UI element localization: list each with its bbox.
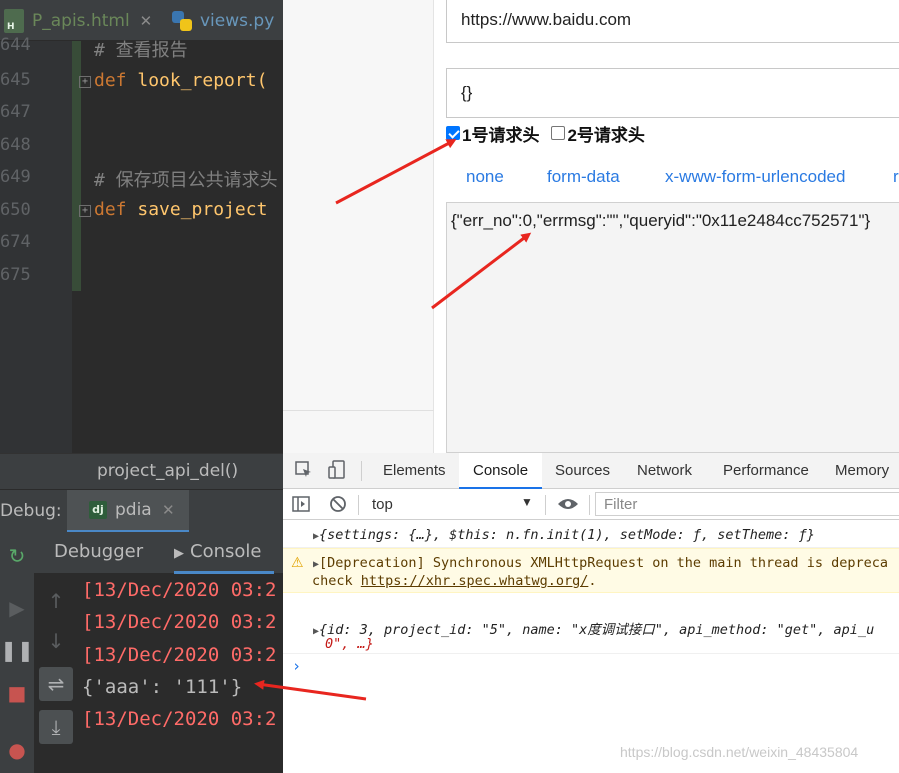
log-line: {'aaa': '111'} bbox=[82, 676, 243, 698]
log-line: [13/Dec/2020 03:2 bbox=[82, 579, 277, 601]
console-prompt[interactable]: › bbox=[292, 657, 301, 675]
code-comment: # 保存项目公共请求头 bbox=[94, 170, 278, 191]
line-number: 675 bbox=[0, 265, 31, 285]
html-file-icon: H bbox=[4, 8, 24, 33]
tab-network[interactable]: Network bbox=[637, 453, 692, 489]
message-text: {id: 3, project_id: "5", name: "x度调试接口",… bbox=[319, 622, 875, 638]
live-expression-eye-icon[interactable] bbox=[557, 497, 579, 515]
tab-sources[interactable]: Sources bbox=[555, 453, 610, 489]
header-checkboxes: 1号请求头 2号请求头 bbox=[446, 120, 645, 146]
tab-memory[interactable]: Memory bbox=[835, 453, 889, 489]
resume-icon[interactable]: ▶ bbox=[0, 590, 34, 626]
stop-icon[interactable]: ■ bbox=[0, 675, 34, 711]
headers-json-input[interactable]: {} bbox=[446, 68, 899, 118]
line-number: 645 bbox=[0, 70, 31, 90]
console-warning[interactable]: ⚠ ▶[Deprecation] Synchronous XMLHttpRequ… bbox=[283, 548, 899, 593]
watermark: https://blog.csdn.net/weixin_48435804 bbox=[620, 744, 859, 760]
body-type-tabs: none form-data x-www-form-urlencoded r bbox=[466, 167, 899, 191]
line-number: 674 bbox=[0, 232, 31, 252]
warning-icon: ⚠ bbox=[291, 555, 304, 571]
line-gutter: 644 645 647 648 649 650 674 675 bbox=[0, 35, 72, 453]
tab-form-data[interactable]: form-data bbox=[547, 167, 620, 187]
inspect-element-icon[interactable] bbox=[295, 461, 313, 479]
header1-checkbox[interactable] bbox=[446, 126, 460, 140]
console-message[interactable]: ▶{id: 3, project_id: "5", name: "x度调试接口"… bbox=[283, 607, 899, 654]
tab-x-www-form-urlencoded[interactable]: x-www-form-urlencoded bbox=[665, 167, 845, 187]
device-toolbar-icon[interactable] bbox=[328, 460, 346, 480]
tab-label: views.py bbox=[200, 10, 275, 31]
debug-tool-header: Debug: dj pdia ✕ bbox=[0, 489, 283, 533]
tab-label: P_apis.html bbox=[32, 10, 130, 31]
breakpoints-icon[interactable]: ● bbox=[0, 732, 34, 768]
console-icon: ▶ bbox=[174, 546, 184, 561]
line-number: 644 bbox=[0, 35, 31, 55]
debug-session-tab[interactable]: dj pdia ✕ bbox=[67, 490, 189, 533]
log-line: [13/Dec/2020 03:2 bbox=[82, 611, 277, 633]
tab-none[interactable]: none bbox=[466, 167, 504, 187]
code-editor[interactable] bbox=[72, 41, 283, 453]
scroll-to-end-icon[interactable]: ⤓ bbox=[39, 710, 73, 744]
context-select[interactable]: top bbox=[372, 496, 393, 513]
console-filter-input[interactable]: Filter bbox=[595, 492, 899, 516]
fold-expand-icon[interactable]: + bbox=[79, 76, 91, 88]
url-input[interactable]: https://www.baidu.com bbox=[446, 0, 899, 43]
header1-label[interactable]: 1号请求头 bbox=[462, 121, 539, 146]
debug-toolstrip: ↻ ▶ ❚❚ ■ ● bbox=[0, 532, 34, 773]
message-text: {settings: {…}, $this: n.fn.init(1), set… bbox=[319, 527, 815, 543]
debug-label: Debug: bbox=[0, 501, 62, 521]
tab-console[interactable]: Console bbox=[459, 453, 543, 489]
browser-side-panel bbox=[283, 0, 434, 453]
django-icon: dj bbox=[89, 501, 107, 519]
response-body[interactable]: {"err_no":0,"errmsg":"","queryid":"0x11e… bbox=[446, 202, 899, 453]
debug-session-label: pdia bbox=[115, 500, 152, 520]
python-file-icon bbox=[172, 10, 192, 31]
console-toolbar: top ▼ Filter bbox=[283, 489, 899, 520]
console-output[interactable]: [13/Dec/2020 03:2 [13/Dec/2020 03:2 [13/… bbox=[82, 574, 283, 773]
fold-expand-icon[interactable]: + bbox=[79, 205, 91, 217]
line-number: 649 bbox=[0, 167, 31, 187]
line-number: 648 bbox=[0, 135, 31, 155]
log-line: [13/Dec/2020 03:2 bbox=[82, 708, 277, 730]
message-text-cont: 0", …} bbox=[325, 636, 374, 652]
close-icon[interactable]: ✕ bbox=[162, 501, 175, 519]
chevron-down-icon[interactable]: ▼ bbox=[521, 495, 533, 509]
line-number: 650 bbox=[0, 200, 31, 220]
tab-performance[interactable]: Performance bbox=[723, 453, 809, 489]
debug-panel-tabs: Debugger ▶ Console bbox=[34, 532, 283, 574]
pause-icon[interactable]: ❚❚ bbox=[0, 632, 34, 668]
sidebar-toggle-icon[interactable] bbox=[292, 496, 310, 516]
code-line-def: def save_project bbox=[94, 199, 268, 220]
tab-console[interactable]: ▶ Console bbox=[174, 532, 274, 574]
editor-tab-bar: H P_apis.html ✕ views.py bbox=[0, 0, 283, 41]
spec-link[interactable]: https://xhr.spec.whatwg.org/ bbox=[361, 573, 589, 589]
tab-debugger[interactable]: Debugger bbox=[54, 532, 143, 574]
scroll-up-icon[interactable]: ↑ bbox=[39, 584, 73, 618]
code-line-def: def look_report( bbox=[94, 70, 268, 91]
devtools-tab-bar: Elements Console Sources Network Perform… bbox=[283, 453, 899, 489]
console-message[interactable]: ▶{settings: {…}, $this: n.fn.init(1), se… bbox=[283, 521, 899, 548]
rerun-icon[interactable]: ↻ bbox=[0, 538, 34, 574]
console-side-toolbar: ↑ ↓ ⇌ ⤓ bbox=[34, 574, 78, 773]
header2-checkbox[interactable] bbox=[551, 126, 566, 140]
tab-elements[interactable]: Elements bbox=[383, 453, 446, 489]
line-number: 647 bbox=[0, 102, 31, 122]
warning-text: [Deprecation] Synchronous XMLHttpRequest… bbox=[319, 555, 888, 571]
scroll-down-icon[interactable]: ↓ bbox=[39, 624, 73, 658]
log-line: [13/Dec/2020 03:2 bbox=[82, 644, 277, 666]
breadcrumb[interactable]: project_api_del() bbox=[0, 453, 283, 489]
tab-views-py[interactable]: views.py bbox=[172, 0, 274, 41]
code-comment: # 查看报告 bbox=[94, 40, 188, 61]
clear-console-icon[interactable] bbox=[329, 495, 347, 517]
close-icon[interactable]: ✕ bbox=[140, 12, 153, 30]
tab-raw[interactable]: r bbox=[893, 167, 899, 187]
breadcrumb-item[interactable]: project_api_del() bbox=[97, 461, 238, 481]
header2-label[interactable]: 2号请求头 bbox=[567, 121, 644, 146]
soft-wrap-icon[interactable]: ⇌ bbox=[39, 667, 73, 701]
